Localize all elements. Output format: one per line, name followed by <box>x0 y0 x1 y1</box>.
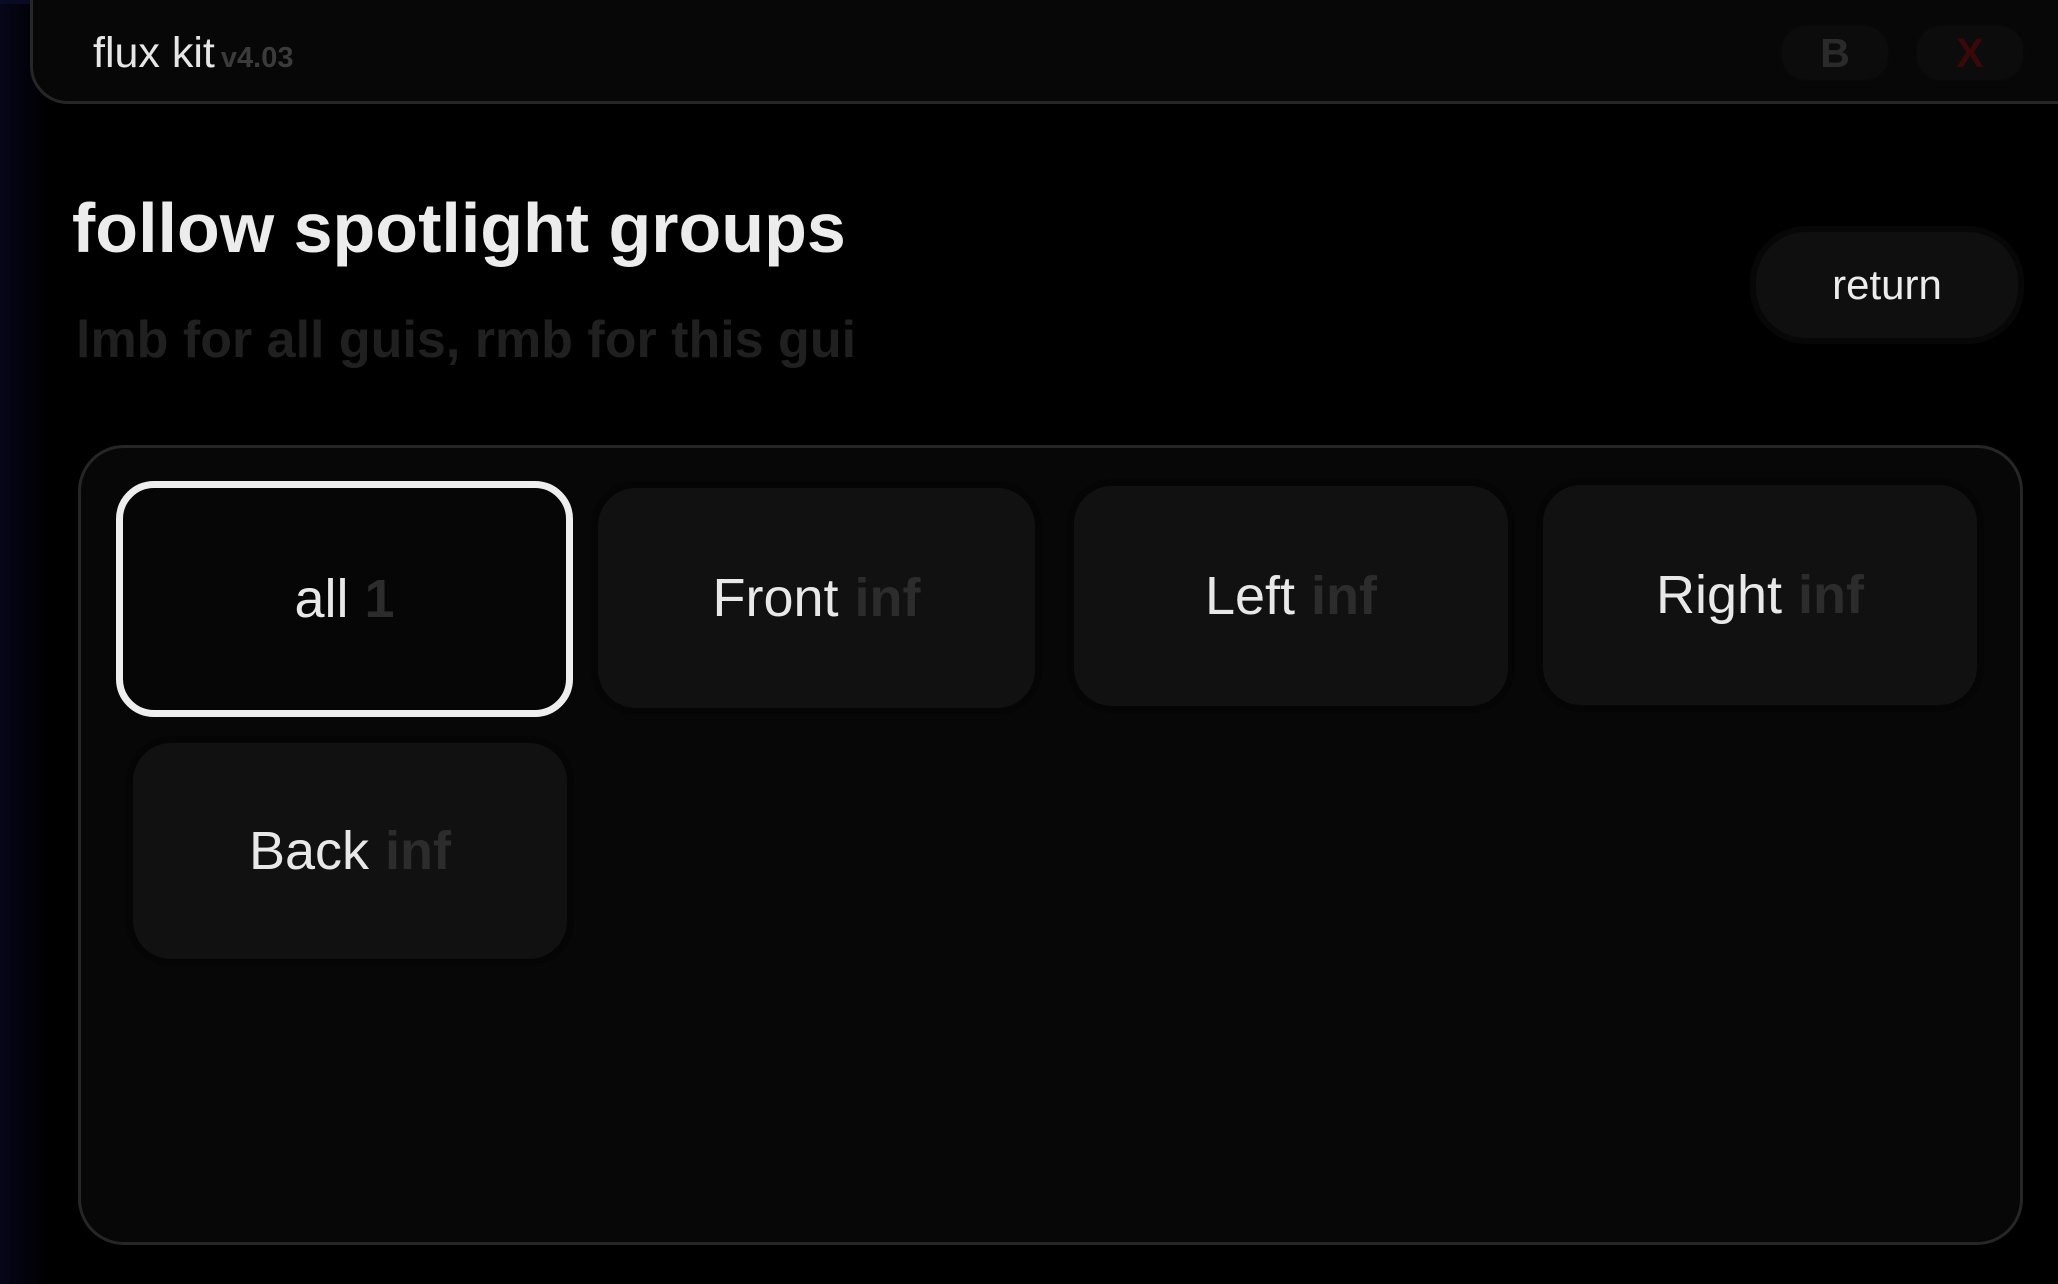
group-name: Left <box>1204 566 1296 626</box>
group-button-left[interactable]: Left inf <box>1074 486 1508 706</box>
desktop-edge <box>0 0 50 1284</box>
b-button[interactable]: B <box>1780 24 1890 82</box>
close-button[interactable]: X <box>1915 24 2025 82</box>
group-count: inf <box>1311 566 1378 626</box>
group-count: 1 <box>364 569 395 629</box>
title-bar[interactable] <box>30 0 2058 104</box>
group-count: inf <box>385 821 452 881</box>
app-version: v4.03 <box>220 42 294 74</box>
return-button[interactable]: return <box>1756 232 2018 338</box>
group-count: inf <box>1798 565 1865 625</box>
group-button-all[interactable]: all 1 <box>116 481 573 717</box>
page-title: follow spotlight groups <box>72 189 846 267</box>
group-name: Right <box>1655 565 1783 625</box>
group-button-front[interactable]: Front inf <box>598 488 1035 708</box>
app-title: flux kit v4.03 <box>93 29 293 78</box>
group-button-right[interactable]: Right inf <box>1543 485 1977 705</box>
group-name: Back <box>248 821 370 881</box>
app-root: flux kit v4.03 B X follow spotlight group… <box>0 0 2058 1284</box>
group-name: Front <box>712 568 839 628</box>
group-count: inf <box>854 568 921 628</box>
group-button-back[interactable]: Back inf <box>133 743 567 959</box>
app-name: flux kit <box>93 29 215 77</box>
group-name: all <box>294 569 349 629</box>
page-subtitle: lmb for all guis, rmb for this gui <box>76 311 857 369</box>
